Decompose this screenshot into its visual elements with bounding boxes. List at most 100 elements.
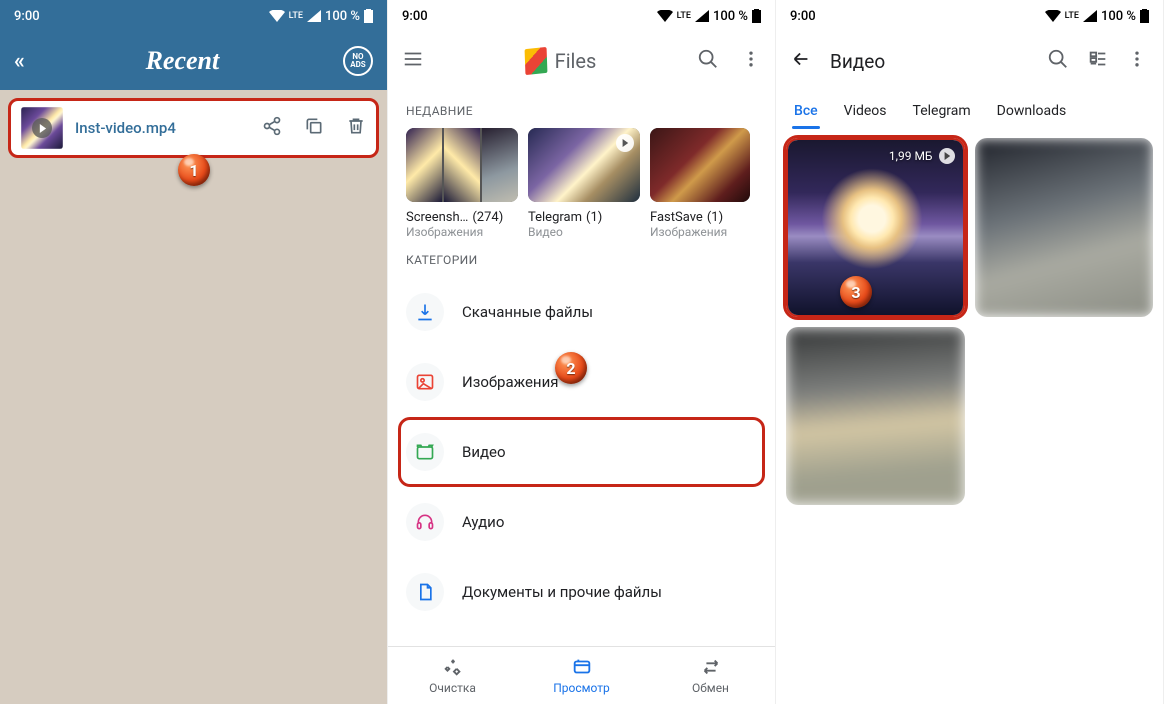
screen-video-gallery: 9:00 LTE 100 % Видео Все Videos [776, 0, 1164, 704]
recent-file-row[interactable]: Inst-video.mp4 [8, 98, 379, 158]
swap-icon [700, 656, 722, 678]
wifi-icon [269, 10, 285, 22]
recent-list[interactable]: Screensh… (274) Изображения Telegram (1)… [388, 128, 775, 239]
search-button[interactable] [1047, 48, 1069, 74]
nav-label: Просмотр [553, 681, 610, 695]
battery-icon [752, 9, 761, 23]
category-audio[interactable]: Аудио [398, 487, 765, 557]
overflow-button[interactable] [1127, 49, 1147, 73]
back-button[interactable]: « [14, 49, 22, 74]
clock: 9:00 [14, 9, 40, 24]
item-name: Screensh… [406, 210, 468, 225]
network-label: LTE [677, 12, 691, 21]
view-toggle-button[interactable] [1087, 48, 1109, 74]
video-icon [406, 433, 444, 471]
document-icon [406, 573, 444, 611]
menu-button[interactable] [402, 48, 424, 74]
app-header: Видео [776, 32, 1163, 90]
audio-icon [406, 503, 444, 541]
app-header: « Recent NO ADS [0, 32, 387, 90]
image-icon [406, 363, 444, 401]
status-icons: LTE 100 % [1045, 9, 1149, 24]
category-label: Документы и прочие файлы [462, 583, 662, 601]
overflow-button[interactable] [741, 49, 761, 73]
nav-share[interactable]: Обмен [646, 647, 775, 704]
recent-item-telegram[interactable]: Telegram (1) Видео [528, 128, 640, 239]
tab-all[interactable]: Все [794, 103, 818, 119]
row-actions [262, 116, 366, 140]
item-name: Telegram [528, 210, 582, 225]
nav-label: Очистка [429, 681, 476, 695]
signal-icon [695, 10, 709, 22]
categories-list: Скачанные файлы Изображения Видео Аудио … [388, 277, 775, 627]
category-documents[interactable]: Документы и прочие файлы [398, 557, 765, 627]
screen-recent-app: 9:00 LTE 100 % « Recent NO ADS Inst-vide… [0, 0, 388, 704]
battery-text: 100 % [713, 9, 748, 24]
no-ads-button[interactable]: NO ADS [343, 46, 373, 76]
nav-clean[interactable]: Очистка [388, 647, 517, 704]
callout-3: 3 [840, 276, 872, 308]
sparkle-icon [442, 656, 464, 678]
page-title: Recent [146, 46, 220, 76]
tab-downloads[interactable]: Downloads [997, 103, 1067, 119]
signal-icon [307, 10, 321, 22]
wifi-icon [1045, 10, 1061, 22]
recent-section-label: НЕДАВНИЕ [388, 90, 775, 128]
video-thumbnail[interactable] [21, 107, 63, 149]
filter-tabs: Все Videos Telegram Downloads [776, 90, 1163, 132]
app-brand: Files [525, 48, 597, 74]
browse-icon [571, 656, 593, 678]
screen-body: Inst-video.mp4 1 [0, 90, 387, 704]
network-label: LTE [289, 12, 303, 21]
item-count: (1) [707, 210, 723, 225]
app-brand-label: Files [555, 49, 597, 73]
bottom-nav: Очистка Просмотр Обмен [388, 646, 775, 704]
play-icon [32, 118, 52, 138]
item-count: (274) [472, 210, 503, 225]
status-bar: 9:00 LTE 100 % [0, 0, 387, 32]
clock: 9:00 [790, 9, 816, 24]
video-tile[interactable] [975, 138, 1154, 317]
search-button[interactable] [697, 48, 719, 74]
thumbnail [528, 128, 640, 202]
delete-icon[interactable] [346, 116, 366, 140]
video-tile[interactable] [786, 327, 965, 506]
video-size: 1,99 МБ [889, 149, 933, 163]
video-grid[interactable]: 1,99 МБ 3 [776, 132, 1163, 511]
item-subtitle: Изображения [406, 225, 518, 239]
categories-section-label: КАТЕГОРИИ [388, 239, 775, 277]
app-header: Files [388, 32, 775, 90]
category-label: Скачанные файлы [462, 303, 593, 321]
battery-icon [1140, 9, 1149, 23]
page-title: Видео [830, 50, 1029, 73]
copy-icon[interactable] [304, 116, 324, 140]
play-icon [939, 148, 955, 164]
video-tile[interactable]: 1,99 МБ [786, 138, 965, 317]
category-label: Изображения [462, 373, 558, 391]
callout-2: 2 [555, 352, 587, 384]
recent-item-screenshots[interactable]: Screensh… (274) Изображения [406, 128, 518, 239]
screen-files-app: 9:00 LTE 100 % Files НЕДАВНИЕ [388, 0, 776, 704]
status-bar: 9:00 LTE 100 % [388, 0, 775, 32]
battery-text: 100 % [1101, 9, 1136, 24]
battery-icon [364, 9, 373, 23]
file-name: Inst-video.mp4 [75, 119, 250, 137]
tab-videos[interactable]: Videos [844, 103, 887, 119]
category-downloads[interactable]: Скачанные файлы [398, 277, 765, 347]
category-label: Видео [462, 443, 506, 461]
tab-telegram[interactable]: Telegram [913, 103, 971, 119]
category-video[interactable]: Видео [398, 417, 765, 487]
back-button[interactable] [790, 48, 812, 74]
wifi-icon [657, 10, 673, 22]
item-subtitle: Видео [528, 225, 640, 239]
battery-text: 100 % [325, 9, 360, 24]
recent-item-fastsave[interactable]: FastSave (1) Изображения [650, 128, 750, 239]
share-icon[interactable] [262, 116, 282, 140]
callout-1: 1 [178, 154, 210, 186]
play-icon [616, 134, 634, 152]
status-bar: 9:00 LTE 100 % [776, 0, 1163, 32]
nav-browse[interactable]: Просмотр [517, 647, 646, 704]
network-label: LTE [1065, 12, 1079, 21]
clock: 9:00 [402, 9, 428, 24]
thumbnail [406, 128, 518, 202]
